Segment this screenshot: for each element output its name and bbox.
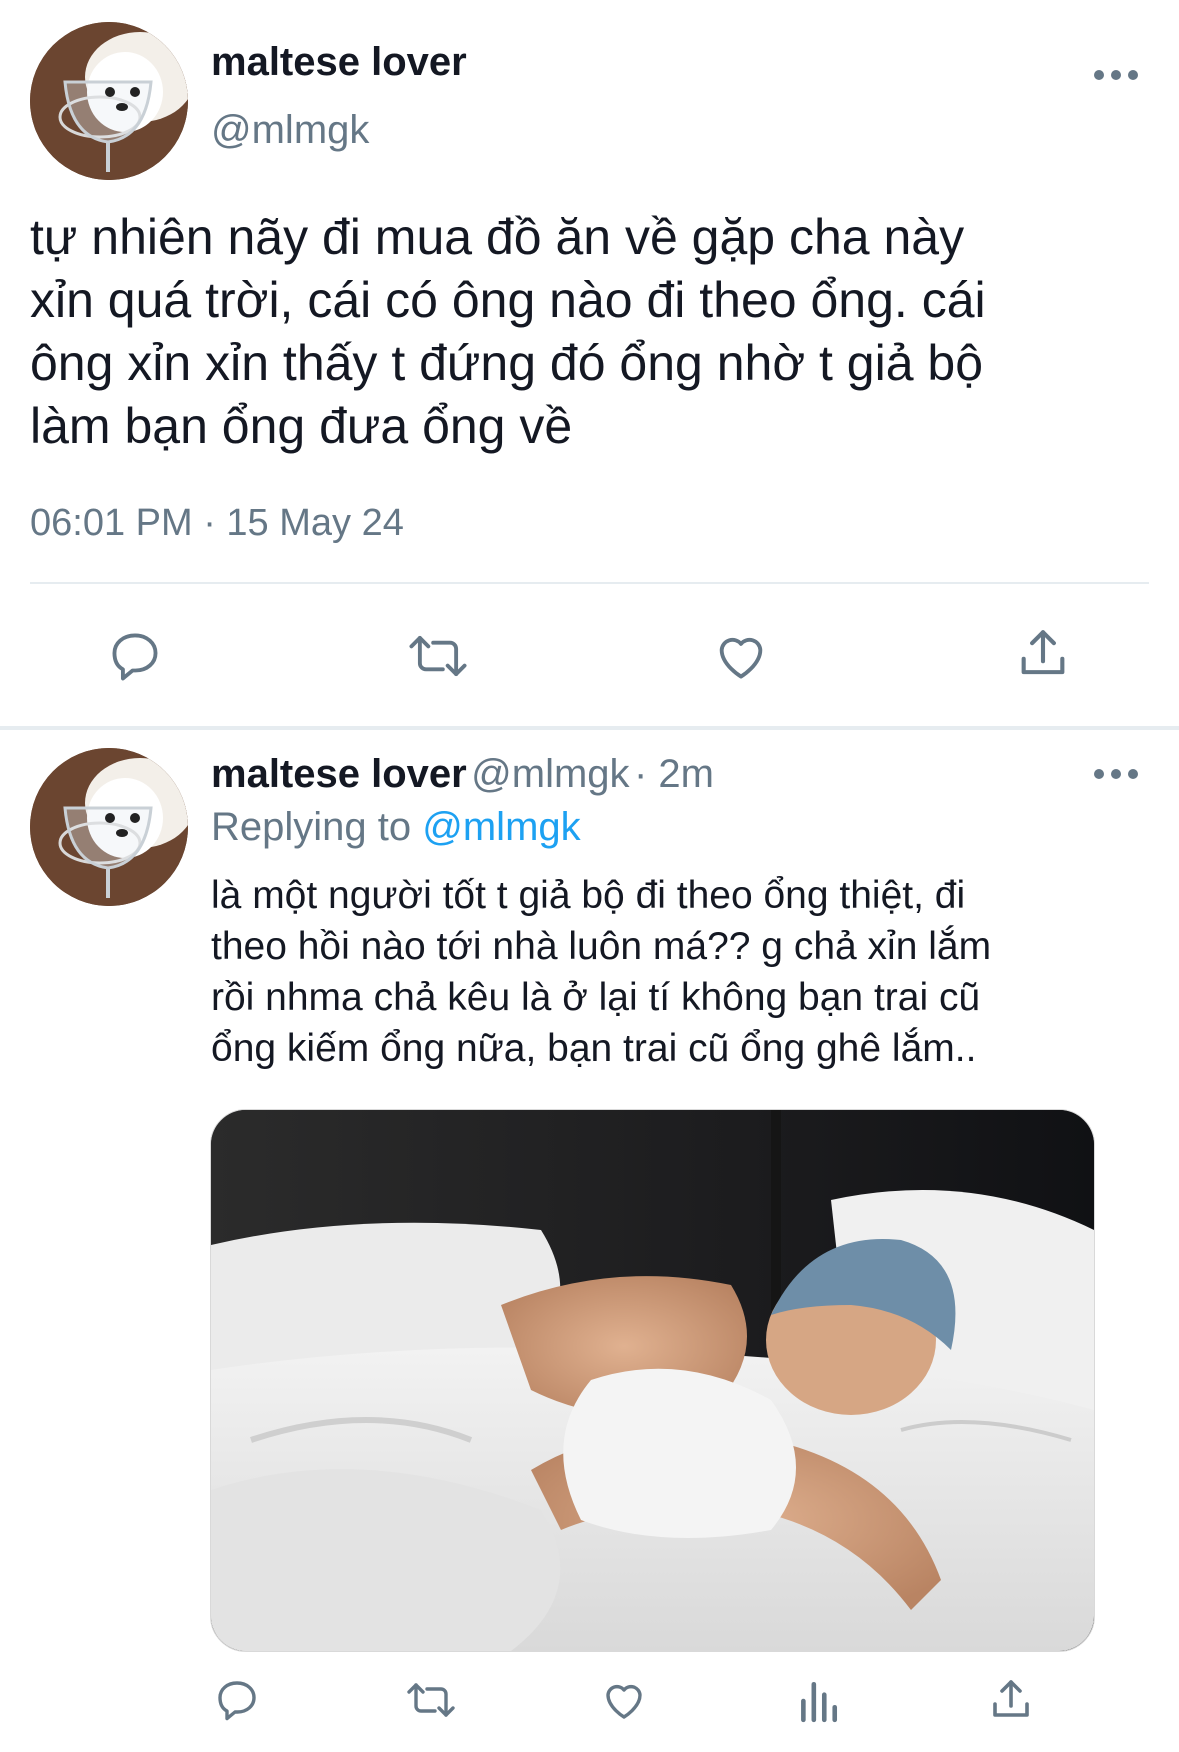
reply-media-image[interactable] [210, 1109, 1095, 1652]
replying-to-mention[interactable]: @mlmgk [422, 805, 580, 849]
retweet-icon[interactable] [404, 627, 472, 685]
reply-author-handle[interactable]: @mlmgk [471, 752, 629, 796]
tweet-separator [0, 726, 1179, 730]
tweet-timestamp[interactable]: 06:01 PM · 15 May 24 [30, 502, 404, 545]
reply-age: · 2m [634, 752, 714, 796]
reply-like-icon[interactable] [599, 1676, 649, 1724]
divider [30, 582, 1149, 584]
author-avatar[interactable] [30, 22, 188, 180]
author-handle[interactable]: @mlmgk [211, 108, 369, 153]
reply-author-avatar[interactable] [30, 748, 188, 906]
more-icon[interactable] [1094, 68, 1138, 82]
like-icon[interactable] [711, 627, 771, 685]
share-icon[interactable] [1014, 625, 1072, 683]
replying-to-line: Replying to @mlmgk [211, 805, 581, 850]
reply-reply-icon[interactable] [213, 1676, 261, 1724]
reply-icon[interactable] [106, 627, 164, 685]
author-name[interactable]: maltese lover [211, 40, 467, 85]
reply-retweet-icon[interactable] [403, 1676, 459, 1724]
reply-analytics-icon[interactable] [797, 1678, 839, 1724]
reply-text: là một người tốt t giả bộ đi theo ổng th… [211, 874, 992, 1070]
reply-author-name[interactable]: maltese lover [211, 752, 467, 796]
reply-share-icon[interactable] [987, 1676, 1035, 1724]
reply-more-icon[interactable] [1094, 767, 1138, 781]
replying-to-label: Replying to [211, 805, 412, 849]
tweet-text: tự nhiên nãy đi mua đồ ăn về gặp cha này… [30, 209, 986, 454]
